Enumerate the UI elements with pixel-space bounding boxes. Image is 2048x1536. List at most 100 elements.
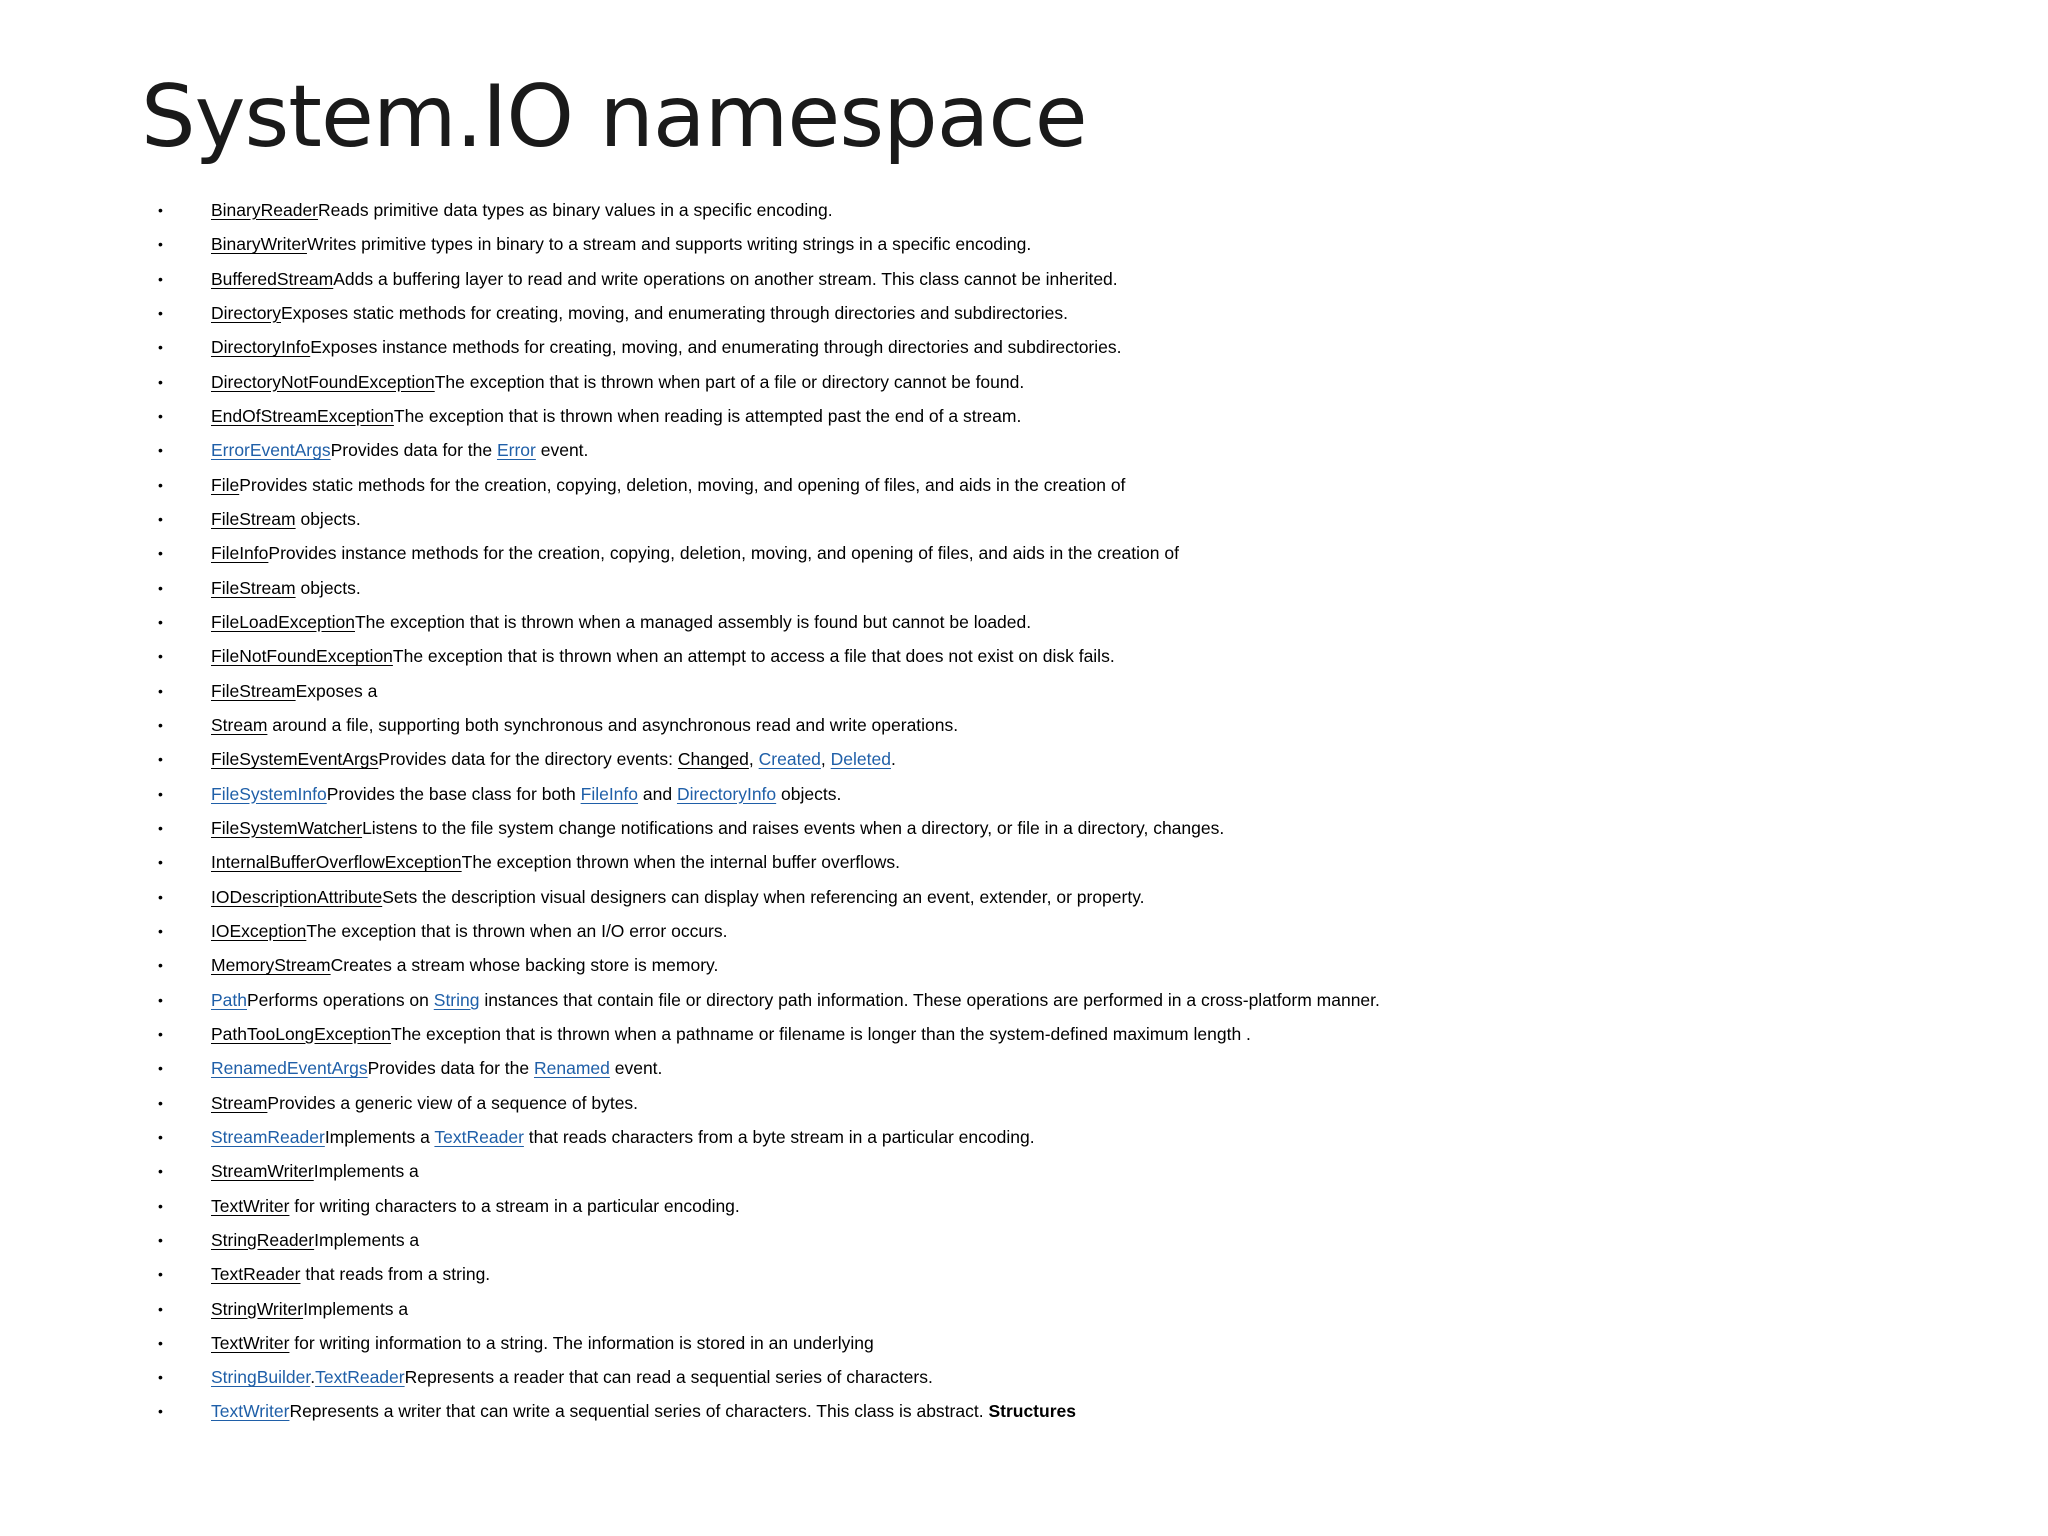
type-link[interactable]: FileSystemEventArgs [211, 749, 378, 769]
type-link[interactable]: Stream [211, 1093, 267, 1113]
bullet-icon: • [158, 1231, 163, 1248]
type-link[interactable]: EndOfStreamException [211, 406, 394, 426]
type-link[interactable]: Changed [678, 749, 749, 769]
type-link[interactable]: MemoryStream [211, 955, 331, 975]
description-text: Listens to the file system change notifi… [362, 817, 1225, 838]
bullet-icon: • [158, 1266, 163, 1283]
description-text: Provides static methods for the creation… [239, 474, 1126, 495]
description-text: , [820, 749, 831, 770]
bullet-icon: • [158, 682, 163, 699]
bullet-icon: • [158, 270, 163, 287]
type-link[interactable]: Error [497, 440, 536, 460]
list-item-text: StreamWriterImplements a [211, 1154, 419, 1188]
type-link[interactable]: Stream [211, 715, 267, 735]
bullet-icon: • [158, 648, 163, 665]
bullet-icon: • [158, 545, 163, 562]
bullet-icon: • [158, 716, 163, 733]
description-text: objects. [295, 508, 361, 529]
bullet-icon: • [158, 957, 163, 974]
bullet-icon: • [158, 1403, 163, 1420]
bullet-icon: • [158, 613, 163, 630]
type-link[interactable]: FileSystemWatcher [211, 818, 362, 838]
list-item-text: BinaryReaderReads primitive data types a… [211, 193, 833, 227]
type-link[interactable]: Deleted [831, 749, 891, 769]
type-link[interactable]: TextReader [315, 1367, 405, 1387]
type-link[interactable]: FileNotFoundException [211, 646, 393, 666]
bullet-icon: • [158, 854, 163, 871]
list-item-text: MemoryStreamCreates a stream whose backi… [211, 948, 718, 982]
type-link[interactable]: FileStream [211, 578, 296, 598]
type-link[interactable]: Path [211, 990, 247, 1010]
list-item-text: FileNotFoundExceptionThe exception that … [211, 639, 1115, 673]
description-text: The exception that is thrown when an I/O… [306, 920, 728, 941]
description-text: for writing characters to a stream in a … [289, 1195, 740, 1216]
type-link[interactable]: BinaryWriter [211, 234, 307, 254]
slide: System.IO namespace • BinaryReaderReads p… [0, 0, 2048, 1536]
type-link[interactable]: IOException [211, 921, 306, 941]
type-link[interactable]: DirectoryInfo [677, 784, 776, 804]
list-item-text: StreamProvides a generic view of a seque… [211, 1086, 638, 1120]
type-link[interactable]: Directory [211, 303, 281, 323]
list-item-text: TextWriter for writing characters to a s… [211, 1189, 740, 1223]
list-item-text: BinaryWriterWrites primitive types in bi… [211, 227, 1031, 261]
type-link[interactable]: TextWriter [211, 1401, 289, 1421]
type-link[interactable]: File [211, 475, 239, 495]
type-link[interactable]: RenamedEventArgs [211, 1058, 368, 1078]
description-text: , [748, 749, 759, 770]
type-link[interactable]: BufferedStream [211, 269, 333, 289]
description-text: Reads primitive data types as binary val… [318, 200, 833, 220]
bullet-icon: • [158, 1197, 163, 1214]
list-item-text: EndOfStreamExceptionThe exception that i… [211, 399, 1021, 433]
type-link[interactable]: FileStream [211, 681, 296, 701]
list-item-text: FileStream objects. [211, 571, 361, 605]
type-link[interactable]: FileInfo [211, 543, 268, 563]
bullet-icon: • [158, 442, 163, 459]
section-label: Structures [988, 1401, 1076, 1422]
description-text: Provides the base class for both [326, 783, 581, 804]
bullet-icon: • [158, 1060, 163, 1077]
bullet-icon: • [158, 1163, 163, 1180]
description-text: Implements a [313, 1161, 419, 1182]
description-text: Creates a stream whose backing store is … [330, 955, 719, 976]
type-link[interactable]: String [434, 990, 480, 1010]
type-link[interactable]: BinaryReader [211, 200, 318, 220]
list-item-text: TextWriter for writing information to a … [211, 1326, 874, 1360]
type-link[interactable]: ErrorEventArgs [211, 440, 331, 460]
type-link[interactable]: DirectoryNotFoundException [211, 372, 435, 392]
description-text: that reads characters from a byte stream… [523, 1126, 1035, 1147]
bullet-icon: • [158, 888, 163, 905]
type-link[interactable]: StringReader [211, 1230, 314, 1250]
list-item-text: PathPerforms operations on String instan… [211, 983, 1380, 1017]
list-item-text: Stream around a file, supporting both sy… [211, 708, 958, 742]
type-link[interactable]: TextReader [434, 1127, 524, 1147]
type-link[interactable]: Created [759, 749, 821, 769]
description-text: Provides data for the [367, 1058, 534, 1079]
description-text: Adds a buffering layer to read and write… [333, 268, 1118, 289]
list-item-text: RenamedEventArgsProvides data for the Re… [211, 1051, 662, 1085]
bullet-icon: • [158, 202, 163, 218]
type-link[interactable]: StreamReader [211, 1127, 325, 1147]
list-item-text: FileStream objects. [211, 502, 361, 536]
type-link[interactable]: FileInfo [581, 784, 638, 804]
type-link[interactable]: StringWriter [211, 1299, 303, 1319]
type-link[interactable]: InternalBufferOverflowException [211, 852, 462, 872]
type-link[interactable]: StreamWriter [211, 1161, 314, 1181]
type-link[interactable]: TextWriter [211, 1196, 289, 1216]
type-link[interactable]: FileStream [211, 509, 296, 529]
description-text: Exposes static methods for creating, mov… [281, 302, 1068, 323]
type-link[interactable]: TextWriter [211, 1333, 289, 1353]
type-link[interactable]: Renamed [534, 1058, 610, 1078]
type-link[interactable]: FileLoadException [211, 612, 355, 632]
description-text: objects. [776, 783, 842, 804]
type-link[interactable]: TextReader [211, 1264, 301, 1284]
description-text: that reads from a string. [300, 1264, 491, 1285]
description-text: instances that contain file or directory… [479, 989, 1380, 1010]
type-link[interactable]: FileSystemInfo [211, 784, 327, 804]
type-link[interactable]: DirectoryInfo [211, 337, 310, 357]
type-link[interactable]: PathTooLongException [211, 1024, 391, 1044]
type-link[interactable]: StringBuilder [211, 1367, 310, 1387]
type-link[interactable]: IODescriptionAttribute [211, 887, 382, 907]
description-text: Performs operations on [247, 989, 434, 1010]
bullet-icon: • [158, 751, 163, 768]
bullet-icon: • [158, 1128, 163, 1145]
